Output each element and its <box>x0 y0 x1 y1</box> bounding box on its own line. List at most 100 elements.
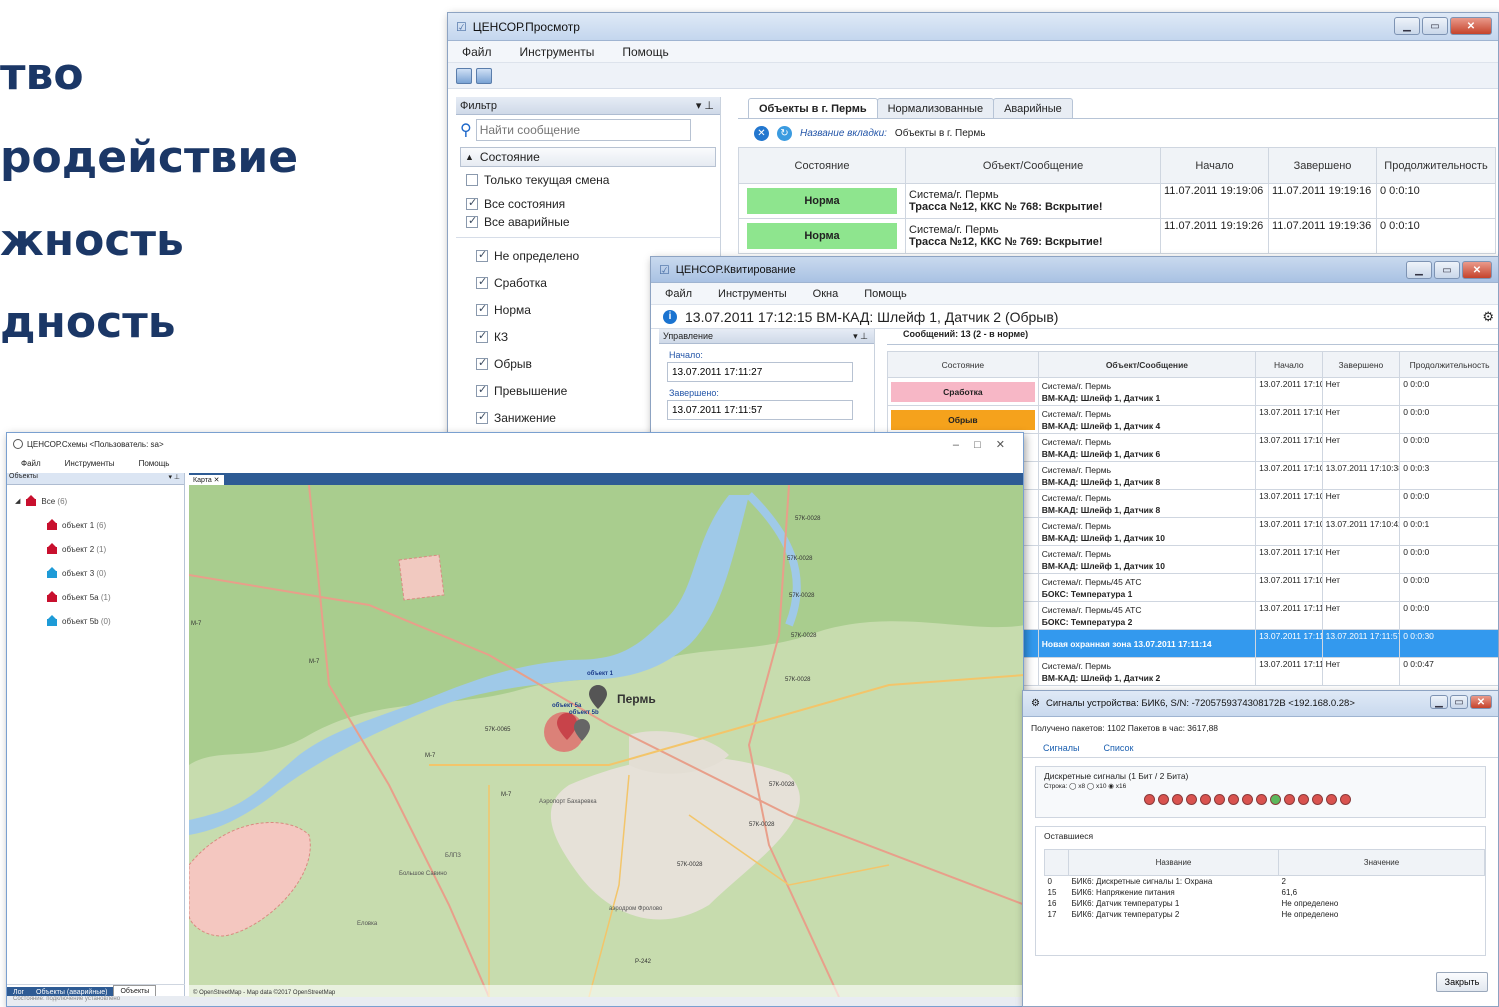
col-state[interactable]: Состояние <box>887 351 1039 378</box>
map-credit[interactable]: © OpenStreetMap - Map data ©2017 OpenStr… <box>193 989 336 996</box>
tab-objects-perm[interactable]: Объекты в г. Пермь <box>748 98 878 118</box>
close-button[interactable]: ✕ <box>1462 261 1492 279</box>
tree-item[interactable]: объект 3 (0) <box>7 561 184 585</box>
title-bar[interactable]: ЦЕНСОР.Схемы <Пользователь: sa> – □ ✕ <box>7 433 1023 455</box>
col-duration[interactable]: Продолжительность <box>1399 351 1498 378</box>
minimize-button[interactable]: ▁ <box>1394 17 1420 35</box>
menu-tools[interactable]: Инструменты <box>520 45 595 59</box>
title-bar[interactable]: ⚙ Сигналы устройства: БИК6, S/N: -720575… <box>1023 691 1498 717</box>
refresh-icon[interactable]: ↻ <box>777 125 792 141</box>
table-row[interactable]: Норма Система/г. Пермь Трасса №12, ККС № … <box>738 183 1496 219</box>
pin-icon[interactable]: ▾ ⊥ <box>168 473 180 484</box>
copy-icon[interactable] <box>476 67 492 84</box>
tab-toolbar: ✕ ↻ Название вкладки: Объекты в г. Пермь <box>738 119 1498 147</box>
checkbox[interactable] <box>476 356 488 370</box>
checkbox[interactable] <box>466 214 478 228</box>
table-row[interactable]: 16 БИК6: Датчик температуры 1 Не определен… <box>1045 898 1485 909</box>
menu-windows[interactable]: Окна <box>813 288 839 300</box>
maximize-button[interactable]: ▭ <box>1450 695 1468 709</box>
title-bar[interactable]: ☑ ЦЕНСОР.Просмотр ▁ ▭ ✕ <box>448 13 1498 41</box>
close-window-button[interactable]: Закрыть <box>1436 972 1488 992</box>
tab-strip: Объекты в г. Пермь Нормализованные Авари… <box>738 97 1498 119</box>
checkbox[interactable] <box>476 275 488 289</box>
window-icon[interactable] <box>456 67 472 84</box>
end-cell: 13.07.2011 17:11:57 <box>1321 629 1401 658</box>
tree-item[interactable]: объект 5b (0) <box>7 609 184 633</box>
all-alarms[interactable]: Все аварийные <box>456 213 720 237</box>
tree-item[interactable]: объект 2 (1) <box>7 537 184 561</box>
end-datetime-input[interactable] <box>667 400 853 420</box>
table-row[interactable]: Сработка Система/г. Пермь ВМ-КАД: Шлейф 1,… <box>887 377 1498 406</box>
close-button[interactable]: ✕ <box>1470 695 1492 709</box>
pin-icon[interactable]: ▾ ⊥ <box>696 99 714 112</box>
tab-name-value[interactable]: Объекты в г. Пермь <box>895 128 986 139</box>
table-row[interactable]: 15 БИК6: Напряжение питания 61,6 <box>1045 887 1485 898</box>
title-bar[interactable]: ☑ ЦЕНСОР.Квитирование ▁ ▭ ✕ <box>651 257 1498 283</box>
checkbox[interactable] <box>476 383 488 397</box>
only-current-shift[interactable]: Только текущая смена <box>456 169 720 191</box>
checkbox[interactable] <box>476 329 488 343</box>
table-row[interactable]: Обрыв Система/г. Пермь ВМ-КАД: Шлейф 1, Да… <box>887 405 1498 434</box>
tree-label: объект 3 <box>62 568 95 578</box>
maximize-button[interactable]: ▭ <box>1434 261 1460 279</box>
window-controls[interactable]: – □ ✕ <box>953 438 1011 451</box>
messages-tab[interactable]: Сообщений: 13 (2 - в норме) <box>887 329 1498 345</box>
menu-tools[interactable]: Инструменты <box>718 288 787 300</box>
col-end[interactable]: Завершено <box>1321 351 1401 378</box>
col-start[interactable]: Начало <box>1255 351 1323 378</box>
tree-item[interactable]: ◢ Все (6) <box>7 489 184 513</box>
close-tab-icon[interactable]: ✕ <box>754 125 769 141</box>
signal-led-icon <box>1172 794 1183 805</box>
table-row[interactable]: 17 БИК6: Датчик температуры 2 Не определен… <box>1045 909 1485 920</box>
label: Обрыв <box>494 356 532 371</box>
menu-file[interactable]: Файл <box>665 288 692 300</box>
minimize-button[interactable]: ▁ <box>1406 261 1432 279</box>
menu-file[interactable]: Файл <box>21 459 41 468</box>
menu-file[interactable]: Файл <box>462 45 492 59</box>
tab-normalized[interactable]: Нормализованные <box>876 98 995 118</box>
menu-tools[interactable]: Инструменты <box>65 459 115 468</box>
value-cell: Не определено <box>1281 899 1339 908</box>
checkbox[interactable] <box>466 196 478 210</box>
col-value[interactable]: Значение <box>1278 849 1485 876</box>
checkbox[interactable] <box>476 248 488 262</box>
col-object[interactable]: Объект/Сообщение <box>1037 351 1257 378</box>
col-state[interactable]: Состояние <box>738 147 906 184</box>
maximize-button[interactable]: ▭ <box>1422 17 1448 35</box>
tree-item[interactable]: объект 1 (6) <box>7 513 184 537</box>
map-canvas[interactable]: Пермь объект 1 объект 5а объект 5b М-7 М… <box>189 485 1024 997</box>
col-name[interactable]: Название <box>1068 849 1279 876</box>
tree-item[interactable]: объект 5а (1) <box>7 585 184 609</box>
checkbox[interactable] <box>466 174 478 186</box>
all-states[interactable]: Все состояния <box>456 191 720 213</box>
close-button[interactable]: ✕ <box>1450 17 1492 35</box>
checkbox[interactable] <box>476 302 488 316</box>
radio-x16[interactable]: ◉ x16 <box>1108 783 1126 790</box>
pin-icon[interactable]: ▾ ⊥ <box>853 331 868 342</box>
col-end[interactable]: Завершено <box>1268 147 1377 184</box>
minimize-button[interactable]: ▁ <box>1430 695 1448 709</box>
table-row[interactable]: 0 БИК6: Дискретные сигналы 1: Охрана 2 <box>1045 876 1485 888</box>
col-duration[interactable]: Продолжительность <box>1376 147 1496 184</box>
tab-map[interactable]: Карта ✕ <box>189 475 224 485</box>
message-text: Трасса №12, ККС № 769: Вскрытие! <box>909 236 1103 248</box>
menu-help[interactable]: Помощь <box>864 288 907 300</box>
expand-icon[interactable]: ◢ <box>15 497 20 505</box>
tab-label: Объекты в г. Пермь <box>759 102 867 115</box>
radio-x8[interactable]: ◯ x8 <box>1069 783 1085 790</box>
state-group-header[interactable]: ▲ Состояние <box>460 147 716 167</box>
start-datetime-input[interactable] <box>667 362 853 382</box>
tab-alarms[interactable]: Аварийные <box>993 98 1073 118</box>
col-start[interactable]: Начало <box>1160 147 1269 184</box>
tab-list[interactable]: Список <box>1104 743 1134 753</box>
tab-signals[interactable]: Сигналы <box>1043 743 1080 753</box>
col-object[interactable]: Объект/Сообщение <box>905 147 1161 184</box>
table-row[interactable]: Норма Система/г. Пермь Трасса №12, ККС № … <box>738 218 1496 254</box>
menu-help[interactable]: Помощь <box>139 459 170 468</box>
checkbox[interactable] <box>476 410 488 424</box>
menu-help[interactable]: Помощь <box>622 45 668 59</box>
search-input[interactable] <box>475 119 691 141</box>
radio-x10[interactable]: ◯ x10 <box>1087 783 1107 790</box>
packets-info: Получено пакетов: 1102 Пакетов в час: 36… <box>1031 723 1219 733</box>
settings-icon[interactable]: ⚙ <box>1482 309 1494 325</box>
